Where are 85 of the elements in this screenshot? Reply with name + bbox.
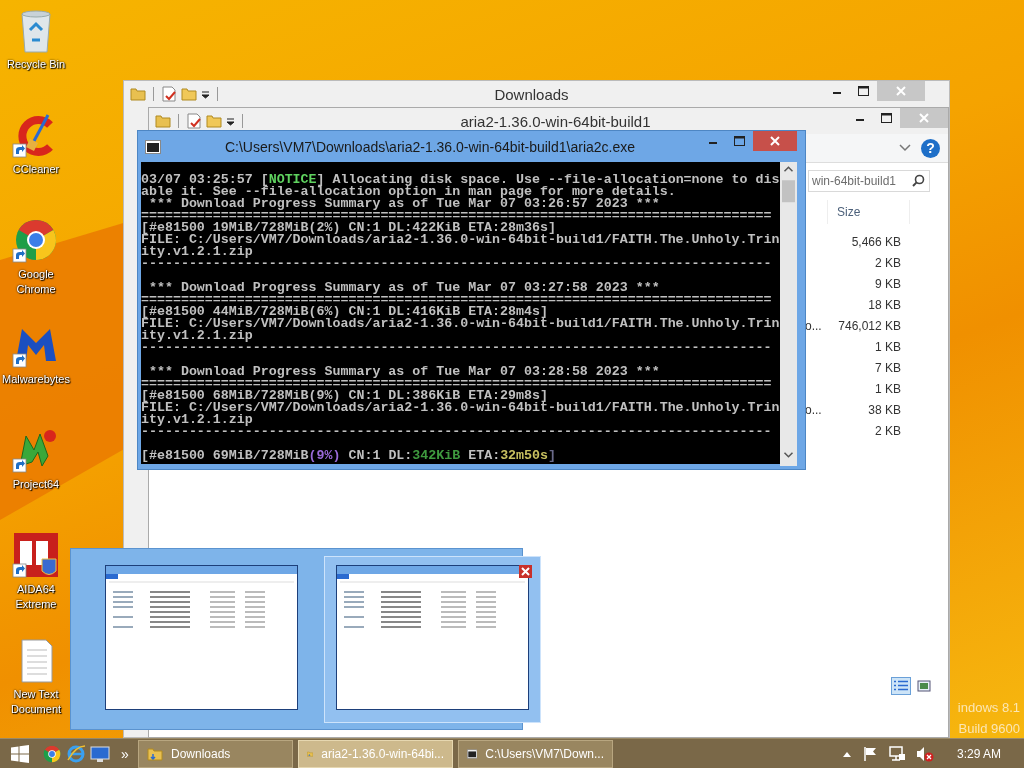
file-size: 1 KB	[874, 339, 901, 354]
dropdown-icon[interactable]	[201, 89, 210, 99]
desktop-icon-label[interactable]: Recycle Bin	[6, 57, 66, 72]
console-line: 03/07 03:25:57 [NOTICE] Allocating disk space. Use --file-allocation=none to dis	[141, 174, 781, 186]
desktop-icon-label[interactable]: New Text Document	[2, 687, 70, 717]
file-size: 18 KB	[867, 297, 901, 312]
file-name: o...	[805, 318, 822, 333]
console-line: *** Download Progress Summary as of Tue Mar 07 03:27:58 2023 ***	[147, 282, 661, 294]
aida64-icon[interactable]	[12, 531, 60, 579]
folder-icon	[147, 745, 163, 762]
close-icon	[919, 113, 929, 123]
file-size: 2 KB	[874, 423, 901, 438]
maximize-icon	[881, 113, 892, 123]
network-icon[interactable]	[888, 745, 906, 762]
overflow-chevron[interactable]: »	[112, 745, 138, 762]
large-icons-view-icon	[917, 680, 931, 692]
console-line: [#e81500 19MiB/728MiB(2%) CN:1 DL:422KiB ETA:28m36s]	[141, 222, 556, 234]
maximize-icon	[734, 136, 745, 146]
chrome-icon[interactable]	[42, 743, 62, 764]
window-title: C:\Users\VM7\Downloads\aria2-1.36.0-win-64bit-build1\aria2c.exe	[223, 138, 637, 155]
file-size: 2 KB	[874, 255, 901, 270]
console-line: *** Download Progress Summary as of Tue Mar 07 03:28:58 2023 ***	[147, 366, 661, 378]
desktop-icon-label[interactable]: Malwarebytes	[2, 372, 70, 387]
details-view-icon	[894, 680, 908, 692]
taskbar-button[interactable]: aria2-1.36.0-win-64bi...	[298, 739, 453, 768]
close-icon[interactable]	[519, 564, 532, 578]
volume-muted-icon[interactable]	[916, 745, 934, 762]
desktop-icon-label[interactable]: CCleaner	[12, 162, 60, 177]
file-size: 1 KB	[874, 381, 901, 396]
window-title: Downloads	[493, 85, 570, 103]
console-line: ity.v1.2.1.zip	[141, 330, 253, 342]
search-field[interactable]: win-64bit-build1	[808, 169, 930, 192]
console-line: -------------------------------------------------------------------------------	[141, 342, 773, 354]
column-header[interactable]: Size	[827, 200, 910, 224]
thumbnail-slot[interactable]	[324, 555, 541, 723]
help-button[interactable]: ?	[921, 138, 940, 158]
console-line: -------------------------------------------------------------------------------	[141, 426, 773, 438]
ie-icon[interactable]	[66, 743, 86, 764]
console-line: FILE: C:/Users/VM7/Downloads/aria2-1.36.0-win-64bit-build1/FAITH.The.Unholy.Trin	[141, 234, 781, 246]
desktop-icon-label[interactable]: AIDA64 Extreme	[2, 582, 70, 612]
chevron-down-icon[interactable]	[899, 144, 911, 152]
dropdown-icon[interactable]	[226, 116, 235, 126]
file-size: 7 KB	[874, 360, 901, 375]
file-size: 5,466 KB	[850, 234, 901, 249]
edition-text: Build 9600	[958, 721, 1020, 736]
console-icon	[467, 746, 478, 761]
console-line: FILE: C:/Users/VM7/Downloads/aria2-1.36.0-win-64bit-build1/FAITH.The.Unholy.Trin	[141, 402, 781, 414]
console-line: ity.v1.2.1.zip	[141, 414, 253, 426]
console-line: [#e81500 69MiB/728MiB(9%) CN:1 DL:342KiB ETA:32m50s]	[141, 450, 557, 462]
console-line: [#e81500 44MiB/728MiB(6%) CN:1 DL:416KiB ETA:28m4s]	[141, 306, 548, 318]
edition-text: indows 8.1	[957, 700, 1020, 715]
close-icon	[770, 136, 780, 146]
window-title: aria2-1.36.0-win-64bit-build1	[459, 112, 652, 130]
console-line: FILE: C:/Users/VM7/Downloads/aria2-1.36.0-win-64bit-build1/FAITH.The.Unholy.Trin	[141, 318, 781, 330]
properties-icon[interactable]	[161, 86, 177, 102]
desktop-icon-label[interactable]: Project64	[12, 477, 60, 492]
window-thumbnail[interactable]	[105, 564, 298, 710]
taskbar-button[interactable]: Downloads	[138, 739, 293, 768]
flag-icon[interactable]	[862, 745, 878, 762]
windows-logo-icon[interactable]	[11, 744, 29, 763]
desktop-icon-label[interactable]: Google Chrome	[2, 267, 70, 297]
window-thumbnail[interactable]	[336, 564, 529, 710]
close-icon	[896, 86, 906, 96]
search-icon	[912, 173, 925, 187]
file-size: 38 KB	[867, 402, 901, 417]
file-name: o...	[805, 402, 822, 417]
details-view-button[interactable]	[891, 677, 911, 695]
console-line: ===============================================================================	[141, 294, 773, 306]
taskbar-button[interactable]: C:\Users\VM7\Down...	[458, 739, 613, 768]
console-icon	[145, 139, 161, 154]
console-line: ity.v1.2.1.zip	[141, 246, 253, 258]
large-icons-view-button[interactable]	[914, 677, 934, 695]
close-button[interactable]	[753, 131, 797, 151]
maximize-icon	[858, 86, 869, 96]
properties-icon[interactable]	[186, 113, 202, 129]
clock[interactable]: 3:29 AM	[944, 746, 1014, 761]
console-line: able it. See --file-allocation option in man page for more details.	[141, 186, 677, 198]
console-line: ===============================================================================	[141, 210, 773, 222]
monitor-icon[interactable]	[90, 744, 110, 763]
console-line: -------------------------------------------------------------------------------	[141, 258, 773, 270]
console-line: ===============================================================================	[141, 378, 773, 390]
file-size: 9 KB	[874, 276, 901, 291]
console-line: *** Download Progress Summary as of Tue Mar 07 03:26:57 2023 ***	[147, 198, 661, 210]
file-size: 746,012 KB	[837, 318, 901, 333]
console-line: [#e81500 68MiB/728MiB(9%) CN:1 DL:386KiB ETA:29m8s]	[141, 390, 548, 402]
